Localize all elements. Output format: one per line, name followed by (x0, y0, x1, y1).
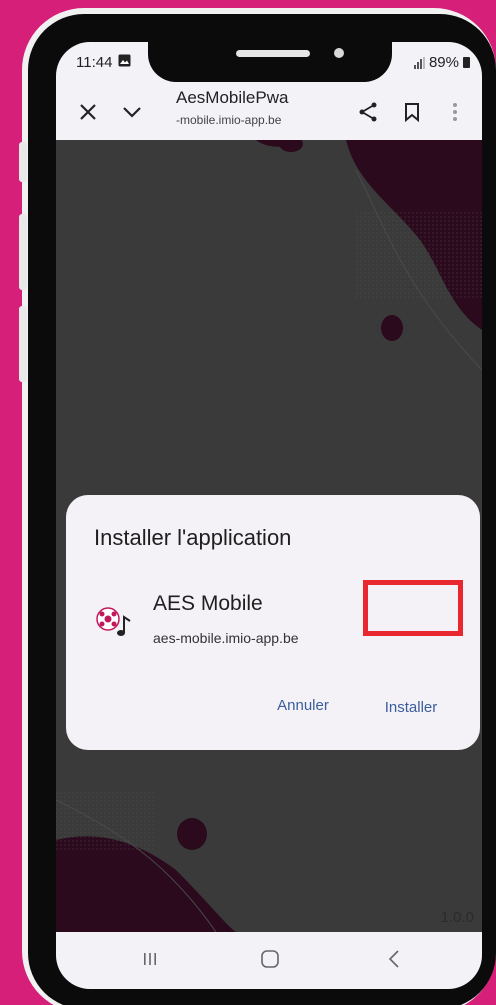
dialog-title: Installer l'application (94, 525, 292, 550)
install-highlight-box (363, 580, 463, 636)
page-url[interactable]: -mobile.imio-app.be (176, 113, 281, 127)
back-icon[interactable] (364, 936, 424, 982)
camera-notch (148, 42, 392, 82)
app-icon (94, 605, 134, 639)
close-icon[interactable] (68, 92, 108, 132)
volume-up-button (19, 214, 27, 290)
bookmark-icon[interactable] (392, 92, 432, 132)
gallery-notification-icon (118, 54, 131, 71)
app-version: 1.0.0 (440, 909, 474, 926)
share-icon[interactable] (348, 92, 388, 132)
battery-percent: 89% (428, 54, 459, 71)
phone-screen: 11:44 89% AesMobilePwa -mobile.imio-app.… (56, 42, 482, 989)
browser-toolbar: AesMobilePwa -mobile.imio-app.be (56, 86, 482, 140)
cancel-button[interactable]: Annuler (263, 685, 343, 725)
status-time-group: 11:44 (76, 54, 131, 71)
signal-icon (413, 56, 425, 69)
app-url: aes-mobile.imio-app.be (153, 630, 299, 646)
speaker-grille (236, 50, 310, 57)
install-button[interactable]: Installer (363, 683, 459, 731)
side-button-top (19, 142, 27, 182)
status-time: 11:44 (76, 54, 113, 71)
web-page: Installer l'application AES Mobile aes-m (56, 140, 482, 932)
system-nav-bar (56, 932, 482, 989)
home-icon[interactable] (240, 936, 300, 982)
front-camera (334, 48, 344, 58)
volume-down-button (19, 306, 27, 382)
chevron-down-icon[interactable] (112, 92, 152, 132)
status-right-group: 89% (413, 54, 470, 71)
stage: 11:44 89% AesMobilePwa -mobile.imio-app.… (0, 0, 496, 1005)
app-name: AES Mobile (153, 592, 263, 615)
battery-icon (463, 57, 470, 68)
more-vert-icon[interactable] (440, 92, 470, 132)
page-title: AesMobilePwa (176, 88, 289, 107)
recent-apps-icon[interactable] (120, 936, 180, 982)
